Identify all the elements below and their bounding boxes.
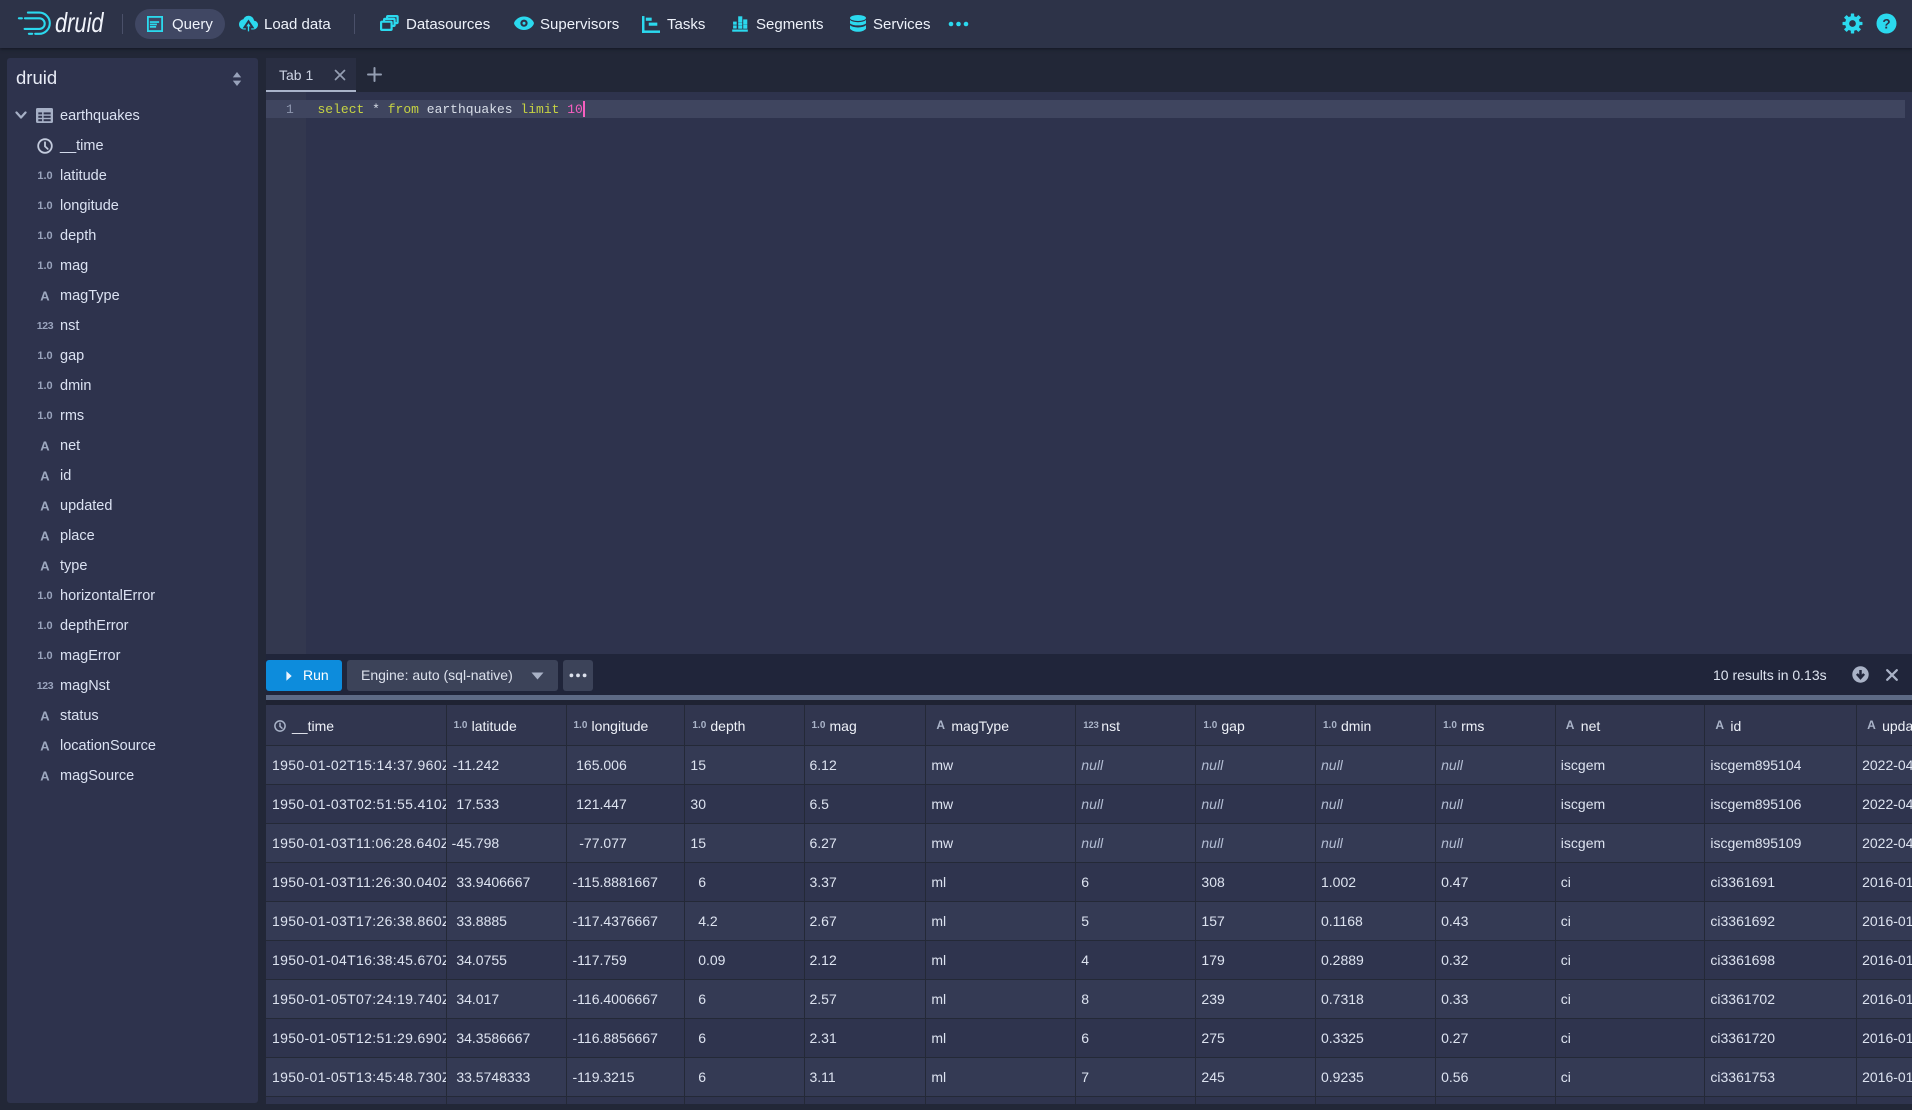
svg-text:?: ?: [1882, 16, 1890, 31]
